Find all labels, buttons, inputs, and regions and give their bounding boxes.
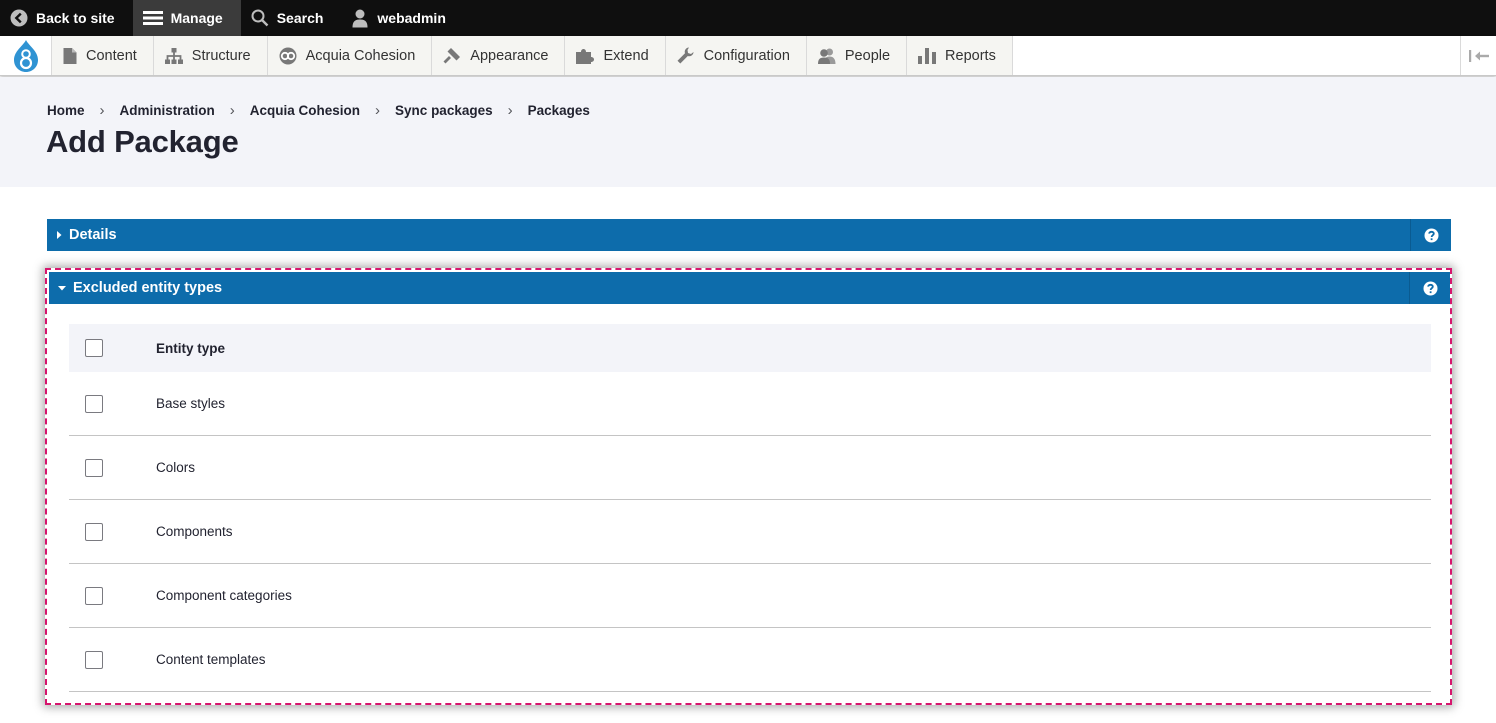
breadcrumb-administration[interactable]: Administration <box>120 103 215 118</box>
paintbrush-icon <box>443 47 461 63</box>
breadcrumb-separator: › <box>375 102 381 119</box>
table-row: Colors <box>69 436 1431 500</box>
select-all-checkbox[interactable] <box>85 339 103 357</box>
cohesion-icon <box>279 47 297 64</box>
breadcrumb-sync-packages[interactable]: Sync packages <box>395 103 493 118</box>
back-to-site-link[interactable]: Back to site <box>0 0 133 36</box>
drupal-logo[interactable] <box>0 36 52 75</box>
row-label: Components <box>156 524 233 539</box>
table-row: Content templates <box>69 628 1431 692</box>
menu-spacer <box>1013 36 1460 75</box>
sitemap-icon <box>164 47 183 64</box>
table-row: Component categories <box>69 564 1431 628</box>
collapse-left-icon <box>1468 49 1489 62</box>
file-icon <box>63 47 77 64</box>
menu-item-appearance[interactable]: Appearance <box>432 36 566 75</box>
breadcrumb: Home › Administration › Acquia Cohesion … <box>47 102 590 119</box>
menu-item-acquia-cohesion-label: Acquia Cohesion <box>305 47 416 64</box>
search-label: Search <box>276 10 324 26</box>
entity-type-table: Entity type Base styles Colors Component… <box>69 324 1431 692</box>
menu-item-structure[interactable]: Structure <box>153 36 268 75</box>
help-icon[interactable] <box>1410 219 1451 251</box>
breadcrumb-acquia-cohesion[interactable]: Acquia Cohesion <box>250 103 360 118</box>
table-header-row: Entity type <box>69 324 1431 372</box>
menu-item-appearance-label: Appearance <box>470 47 549 64</box>
breadcrumb-home[interactable]: Home <box>47 103 85 118</box>
menu-item-extend-label: Extend <box>603 47 649 64</box>
excluded-entity-types-label: Excluded entity types <box>73 280 223 296</box>
menu-item-acquia-cohesion[interactable]: Acquia Cohesion <box>267 36 433 75</box>
breadcrumb-packages[interactable]: Packages <box>528 103 590 118</box>
menu-item-people-label: People <box>844 47 891 64</box>
table-row: Base styles <box>69 372 1431 436</box>
row-label: Base styles <box>156 396 226 411</box>
user-icon <box>352 9 368 28</box>
wrench-icon <box>677 47 694 63</box>
page-header: Home › Administration › Acquia Cohesion … <box>0 77 1496 187</box>
collapse-tray-button[interactable] <box>1460 36 1496 75</box>
breadcrumb-separator: › <box>99 102 105 119</box>
search-icon <box>251 9 269 27</box>
search-tab[interactable]: Search <box>241 0 342 36</box>
menu-item-configuration-label: Configuration <box>703 47 790 64</box>
row-checkbox[interactable] <box>85 394 103 413</box>
row-checkbox[interactable] <box>85 650 103 669</box>
admin-menu: Content Structure Acquia Cohesion Appear… <box>0 36 1496 76</box>
menu-item-structure-label: Structure <box>191 47 251 64</box>
details-panel-label: Details <box>69 227 117 243</box>
page-title: Add Package <box>46 124 239 159</box>
menu-item-extend[interactable]: Extend <box>565 36 666 75</box>
row-checkbox[interactable] <box>85 458 103 477</box>
user-label: webadmin <box>377 10 446 26</box>
back-to-site-label: Back to site <box>36 10 115 26</box>
caret-down-icon <box>57 284 67 292</box>
row-checkbox[interactable] <box>85 586 103 605</box>
excluded-entity-types-toggle[interactable]: Excluded entity types <box>49 272 1450 304</box>
excluded-entity-types-panel: Excluded entity types Entity type Base s… <box>45 268 1452 705</box>
row-label: Content templates <box>156 652 266 667</box>
menu-item-people[interactable]: People <box>806 36 908 75</box>
row-label: Colors <box>156 460 196 475</box>
manage-tab[interactable]: Manage <box>132 0 241 36</box>
menu-item-content[interactable]: Content <box>52 36 154 75</box>
puzzle-icon <box>576 48 595 64</box>
admin-toolbar: Back to site Manage Search webadmin <box>0 0 1496 36</box>
menu-item-reports-label: Reports <box>945 47 996 64</box>
details-panel-toggle[interactable]: Details <box>47 219 1451 251</box>
row-checkbox[interactable] <box>85 522 103 541</box>
drupal-drop-icon <box>13 39 38 72</box>
table-row: Components <box>69 500 1431 564</box>
caret-right-icon <box>55 230 63 240</box>
hamburger-icon <box>142 11 163 25</box>
row-label: Component categories <box>156 588 292 603</box>
menu-item-configuration[interactable]: Configuration <box>665 36 807 75</box>
arrow-left-circle-icon <box>10 9 28 27</box>
breadcrumb-separator: › <box>229 102 235 119</box>
people-icon <box>817 48 836 64</box>
bar-chart-icon <box>918 47 937 64</box>
menu-item-reports[interactable]: Reports <box>907 36 1013 75</box>
breadcrumb-separator: › <box>507 102 513 119</box>
manage-label: Manage <box>170 10 223 26</box>
menu-item-content-label: Content <box>86 47 137 64</box>
user-tab[interactable]: webadmin <box>341 0 463 36</box>
help-icon[interactable] <box>1409 272 1450 304</box>
entity-type-column-header: Entity type <box>156 340 226 356</box>
